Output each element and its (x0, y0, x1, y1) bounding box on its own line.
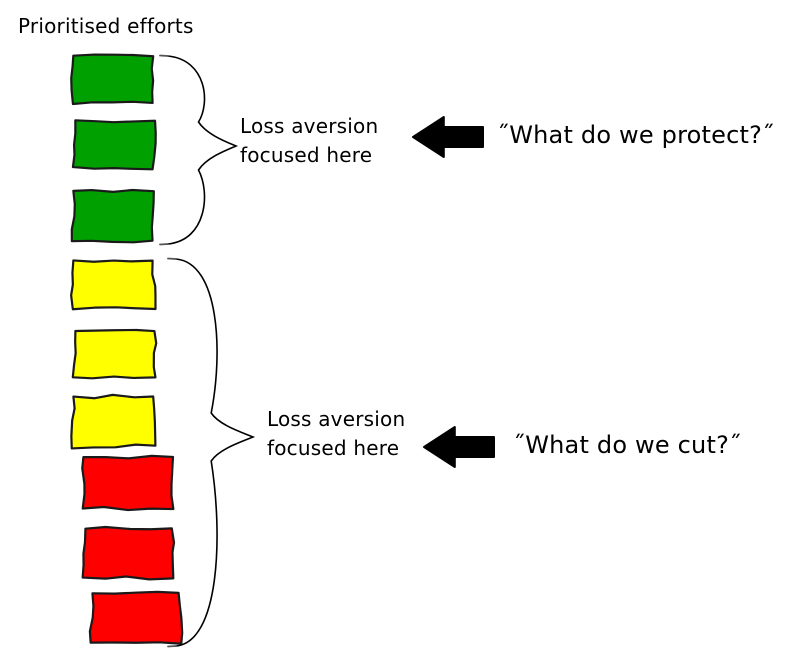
effort-box-shape (70, 259, 157, 311)
diagram-shapes (70, 53, 495, 648)
brace-tail-top (159, 54, 169, 57)
effort-box-shape (71, 328, 158, 380)
effort-box-green-3[interactable] (70, 188, 155, 244)
effort-box-red-3[interactable] (88, 590, 184, 645)
arrow-left-icon-protect (412, 116, 484, 158)
callout-label-cut: Loss aversion focused here (267, 405, 405, 463)
callout-label-protect-line1: Loss aversion (240, 114, 379, 138)
callout-quote-protect: ˝What do we protect?˝ (497, 121, 775, 149)
effort-box-shape (71, 119, 157, 171)
effort-box-yellow-3[interactable] (70, 393, 157, 450)
brace-curve (175, 258, 256, 647)
brace-tail-bottom (167, 645, 177, 648)
brace-protect (159, 54, 239, 246)
effort-box-yellow-1[interactable] (70, 259, 157, 311)
effort-box-shape (81, 525, 176, 581)
brace-tail-top (167, 257, 177, 260)
effort-box-shape (81, 454, 175, 512)
effort-box-shape (70, 53, 155, 106)
callout-quote-cut: ˝What do we cut?˝ (513, 431, 742, 459)
effort-box-shape (88, 590, 184, 645)
callout-label-protect: Loss aversion focused here (240, 112, 378, 170)
brace-curve (167, 55, 239, 245)
effort-box-red-1[interactable] (81, 454, 175, 512)
brace-cut (167, 257, 256, 648)
diagram-canvas: Prioritised efforts Loss aversion focuse… (0, 0, 792, 656)
effort-box-shape (70, 393, 157, 450)
effort-box-shape (70, 188, 155, 244)
callout-label-protect-line2: focused here (240, 143, 373, 167)
effort-box-green-2[interactable] (71, 119, 157, 171)
callout-label-cut-line2: focused here (267, 436, 400, 460)
effort-box-green-1[interactable] (70, 53, 155, 106)
effort-box-red-2[interactable] (81, 525, 176, 581)
effort-box-yellow-2[interactable] (71, 328, 158, 380)
arrow-left-icon-cut (423, 426, 495, 468)
callout-label-cut-line1: Loss aversion (267, 407, 406, 431)
brace-tail-bottom (159, 243, 169, 246)
